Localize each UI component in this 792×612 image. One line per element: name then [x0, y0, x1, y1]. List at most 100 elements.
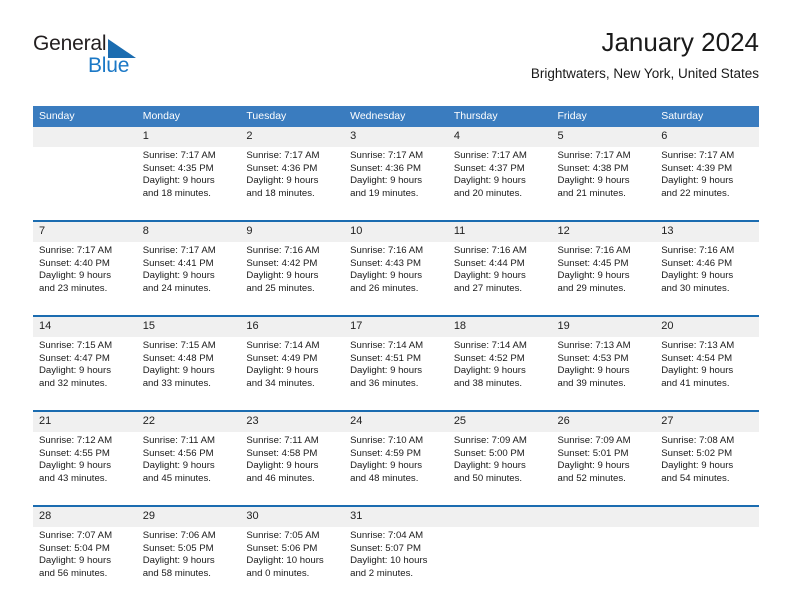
day-cell-16[interactable]: Sunrise: 7:14 AM Sunset: 4:49 PM Daylight:… [240, 337, 345, 402]
day-cell-14[interactable]: Sunrise: 7:15 AM Sunset: 4:47 PM Daylight:… [33, 337, 137, 402]
day-cell-18[interactable]: Sunrise: 7:14 AM Sunset: 4:52 PM Daylight:… [447, 337, 552, 402]
daylight-line1-text: Daylight: 9 hours [246, 175, 319, 187]
day-number-25[interactable]: 25 [447, 410, 552, 432]
day-cell-22[interactable]: Sunrise: 7:11 AM Sunset: 4:56 PM Daylight:… [136, 432, 241, 497]
day-cell-25[interactable]: Sunrise: 7:09 AM Sunset: 5:00 PM Daylight:… [447, 432, 552, 497]
day-cell-9[interactable]: Sunrise: 7:16 AM Sunset: 4:42 PM Daylight:… [240, 242, 345, 307]
sunrise-text: Sunrise: 7:16 AM [350, 245, 424, 256]
day-number-15[interactable]: 15 [136, 315, 241, 337]
day-number-23[interactable]: 23 [240, 410, 345, 432]
day-number-27[interactable]: 27 [655, 410, 759, 432]
day-number-3[interactable]: 3 [344, 127, 448, 147]
day-cell-5[interactable]: Sunrise: 7:17 AM Sunset: 4:38 PM Daylight:… [551, 147, 656, 212]
day-number-17[interactable]: 17 [344, 315, 448, 337]
day-number-22[interactable]: 22 [136, 410, 241, 432]
day-number-14[interactable]: 14 [33, 315, 137, 337]
day-number-28[interactable]: 28 [33, 505, 137, 527]
week-detail-row: Sunrise: 7:17 AM Sunset: 4:40 PM Daylight:… [33, 242, 759, 307]
day-cell-27[interactable]: Sunrise: 7:08 AM Sunset: 5:02 PM Daylight:… [655, 432, 759, 497]
daylight-line1-text: Daylight: 9 hours [142, 270, 215, 282]
daylight-line1-text: Daylight: 9 hours [661, 365, 734, 377]
sunset-text: Sunset: 4:44 PM [453, 257, 525, 269]
day-cell-23[interactable]: Sunrise: 7:11 AM Sunset: 4:58 PM Daylight:… [240, 432, 345, 497]
day-number-10[interactable]: 10 [344, 220, 448, 242]
daylight-line1-text: Daylight: 9 hours [246, 460, 319, 472]
day-number-5[interactable]: 5 [551, 127, 656, 147]
day-cell-17[interactable]: Sunrise: 7:14 AM Sunset: 4:51 PM Daylight:… [344, 337, 448, 402]
day-number-7[interactable]: 7 [33, 220, 137, 242]
daylight-line1-text: Daylight: 9 hours [453, 270, 526, 282]
day-cell-28[interactable]: Sunrise: 7:07 AM Sunset: 5:04 PM Daylight:… [33, 527, 137, 592]
week-daynumber-row: 14 15 16 17 18 19 20 [33, 315, 759, 337]
day-number-8[interactable]: 8 [136, 220, 241, 242]
daylight-line1-text: Daylight: 9 hours [557, 270, 630, 282]
sunset-text: Sunset: 5:05 PM [142, 542, 214, 554]
day-cell-2[interactable]: Sunrise: 7:17 AM Sunset: 4:36 PM Daylight:… [240, 147, 345, 212]
daylight-line1-text: Daylight: 9 hours [661, 270, 734, 282]
sunset-text: Sunset: 4:43 PM [350, 257, 422, 269]
day-number-24[interactable]: 24 [344, 410, 448, 432]
sunset-text: Sunset: 4:39 PM [661, 162, 733, 174]
day-cell-11[interactable]: Sunrise: 7:16 AM Sunset: 4:44 PM Daylight:… [447, 242, 552, 307]
day-cell-empty [551, 527, 656, 592]
day-cell-20[interactable]: Sunrise: 7:13 AM Sunset: 4:54 PM Daylight:… [655, 337, 759, 402]
sunset-text: Sunset: 5:07 PM [350, 542, 422, 554]
daylight-line1-text: Daylight: 10 hours [246, 555, 324, 567]
day-number-31[interactable]: 31 [344, 505, 448, 527]
daylight-line1-text: Daylight: 9 hours [39, 460, 111, 472]
daylight-line1-text: Daylight: 9 hours [661, 460, 734, 472]
sunrise-text: Sunrise: 7:08 AM [661, 435, 735, 446]
day-number-9[interactable]: 9 [240, 220, 345, 242]
daylight-line2-text: and 27 minutes. [453, 282, 523, 294]
day-number-26[interactable]: 26 [551, 410, 656, 432]
daylight-line1-text: Daylight: 9 hours [453, 175, 526, 187]
day-cell-12[interactable]: Sunrise: 7:16 AM Sunset: 4:45 PM Daylight:… [551, 242, 656, 307]
day-number-2[interactable]: 2 [240, 127, 345, 147]
sunset-text: Sunset: 4:40 PM [39, 257, 110, 269]
daylight-line2-text: and 58 minutes. [142, 567, 211, 579]
day-cell-31[interactable]: Sunrise: 7:04 AM Sunset: 5:07 PM Daylight:… [344, 527, 448, 592]
day-cell-26[interactable]: Sunrise: 7:09 AM Sunset: 5:01 PM Daylight:… [551, 432, 656, 497]
week-daynumber-row: 7 8 9 10 11 12 13 [33, 220, 759, 242]
day-cell-19[interactable]: Sunrise: 7:13 AM Sunset: 4:53 PM Daylight:… [551, 337, 656, 402]
day-cell-1[interactable]: Sunrise: 7:17 AM Sunset: 4:35 PM Daylight:… [136, 147, 241, 212]
page-header: General Blue January 2024 Brightwaters, … [33, 26, 759, 96]
daylight-line2-text: and 23 minutes. [39, 282, 108, 294]
day-cell-7[interactable]: Sunrise: 7:17 AM Sunset: 4:40 PM Daylight:… [33, 242, 137, 307]
day-cell-3[interactable]: Sunrise: 7:17 AM Sunset: 4:36 PM Daylight:… [344, 147, 448, 212]
daylight-line2-text: and 54 minutes. [661, 472, 730, 484]
logo-text-blue: Blue [88, 54, 130, 77]
day-number-20[interactable]: 20 [655, 315, 759, 337]
day-number-11[interactable]: 11 [447, 220, 552, 242]
day-number-13[interactable]: 13 [655, 220, 759, 242]
day-cell-24[interactable]: Sunrise: 7:10 AM Sunset: 4:59 PM Daylight:… [344, 432, 448, 497]
daylight-line2-text: and 18 minutes. [142, 187, 211, 199]
sunrise-text: Sunrise: 7:15 AM [142, 340, 216, 351]
day-number-21[interactable]: 21 [33, 410, 137, 432]
day-number-19[interactable]: 19 [551, 315, 656, 337]
sunset-text: Sunset: 5:00 PM [453, 447, 525, 459]
day-number-1[interactable]: 1 [136, 127, 241, 147]
daylight-line1-text: Daylight: 9 hours [142, 175, 215, 187]
general-blue-logo[interactable]: General Blue [33, 32, 213, 90]
day-cell-21[interactable]: Sunrise: 7:12 AM Sunset: 4:55 PM Daylight:… [33, 432, 137, 497]
day-number-12[interactable]: 12 [551, 220, 656, 242]
day-number-30[interactable]: 30 [240, 505, 345, 527]
day-cell-30[interactable]: Sunrise: 7:05 AM Sunset: 5:06 PM Daylight:… [240, 527, 345, 592]
day-cell-15[interactable]: Sunrise: 7:15 AM Sunset: 4:48 PM Daylight:… [136, 337, 241, 402]
sunrise-text: Sunrise: 7:12 AM [39, 435, 113, 446]
day-cell-10[interactable]: Sunrise: 7:16 AM Sunset: 4:43 PM Daylight:… [344, 242, 448, 307]
sunset-text: Sunset: 4:52 PM [453, 352, 525, 364]
day-cell-13[interactable]: Sunrise: 7:16 AM Sunset: 4:46 PM Daylight:… [655, 242, 759, 307]
day-number-16[interactable]: 16 [240, 315, 345, 337]
day-cell-29[interactable]: Sunrise: 7:06 AM Sunset: 5:05 PM Daylight:… [136, 527, 241, 592]
day-number-6[interactable]: 6 [655, 127, 759, 147]
day-number-empty [551, 505, 656, 527]
day-cell-6[interactable]: Sunrise: 7:17 AM Sunset: 4:39 PM Daylight:… [655, 147, 759, 212]
day-number-18[interactable]: 18 [447, 315, 552, 337]
day-cell-4[interactable]: Sunrise: 7:17 AM Sunset: 4:37 PM Daylight:… [447, 147, 552, 212]
day-number-4[interactable]: 4 [447, 127, 552, 147]
sunset-text: Sunset: 4:42 PM [246, 257, 318, 269]
day-cell-8[interactable]: Sunrise: 7:17 AM Sunset: 4:41 PM Daylight:… [136, 242, 241, 307]
day-number-29[interactable]: 29 [136, 505, 241, 527]
